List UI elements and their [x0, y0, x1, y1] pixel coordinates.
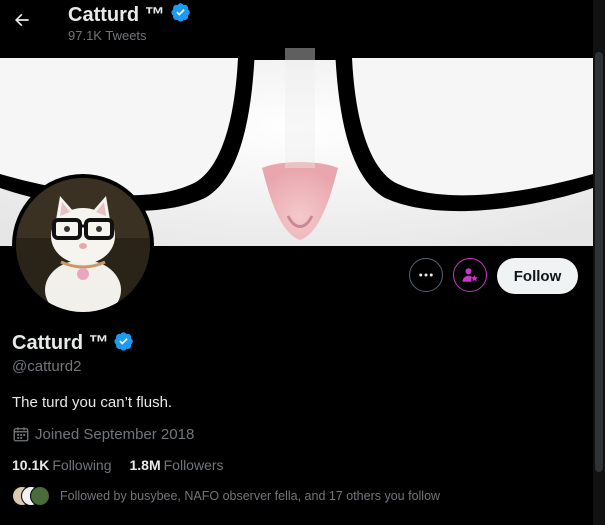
tweet-count: 97.1K Tweets [68, 28, 147, 43]
back-arrow-icon[interactable] [10, 8, 34, 32]
profile-name: Catturd ™ [12, 332, 109, 354]
avatar-image [16, 178, 150, 312]
followers-count: 1.8M [129, 457, 161, 473]
joined-date: Joined September 2018 [35, 425, 195, 443]
verified-badge-icon[interactable] [114, 331, 134, 356]
more-options-button[interactable] [409, 258, 443, 292]
follow-stats: 10.1K Following 1.8M Followers [12, 457, 224, 473]
calendar-icon [13, 427, 29, 442]
joined-date-row: Joined September 2018 [12, 425, 194, 443]
followers-link[interactable]: 1.8M Followers [130, 457, 224, 473]
verified-badge-icon [171, 2, 191, 27]
more-icon [419, 273, 433, 277]
followers-label: Followers [163, 457, 224, 473]
follow-button[interactable]: Follow [497, 258, 578, 294]
profile-avatar[interactable] [12, 174, 154, 316]
header-title: Catturd ™ [68, 3, 165, 26]
person-star-icon [462, 268, 478, 282]
profile-handle: @catturd2 [12, 358, 82, 375]
mini-avatar [30, 486, 50, 506]
followers-you-know-avatars [12, 486, 50, 506]
scrollbar[interactable] [593, 0, 605, 525]
followed-by-row[interactable]: Followed by busybee, NAFO observer fella… [12, 486, 440, 506]
subscribe-button[interactable] [453, 258, 487, 292]
header-title-row: Catturd ™ [68, 2, 191, 27]
top-bar: Catturd ™ 97.1K Tweets [0, 0, 605, 48]
profile-bio: The turd you can’t flush. [12, 394, 173, 411]
profile-name-row: Catturd ™ [12, 331, 134, 356]
followed-by-text: Followed by busybee, NAFO observer fella… [60, 489, 441, 503]
scrollbar-thumb[interactable] [595, 52, 603, 472]
following-count: 10.1K [12, 457, 50, 473]
following-label: Following [52, 457, 112, 473]
following-link[interactable]: 10.1K Following [12, 457, 112, 473]
